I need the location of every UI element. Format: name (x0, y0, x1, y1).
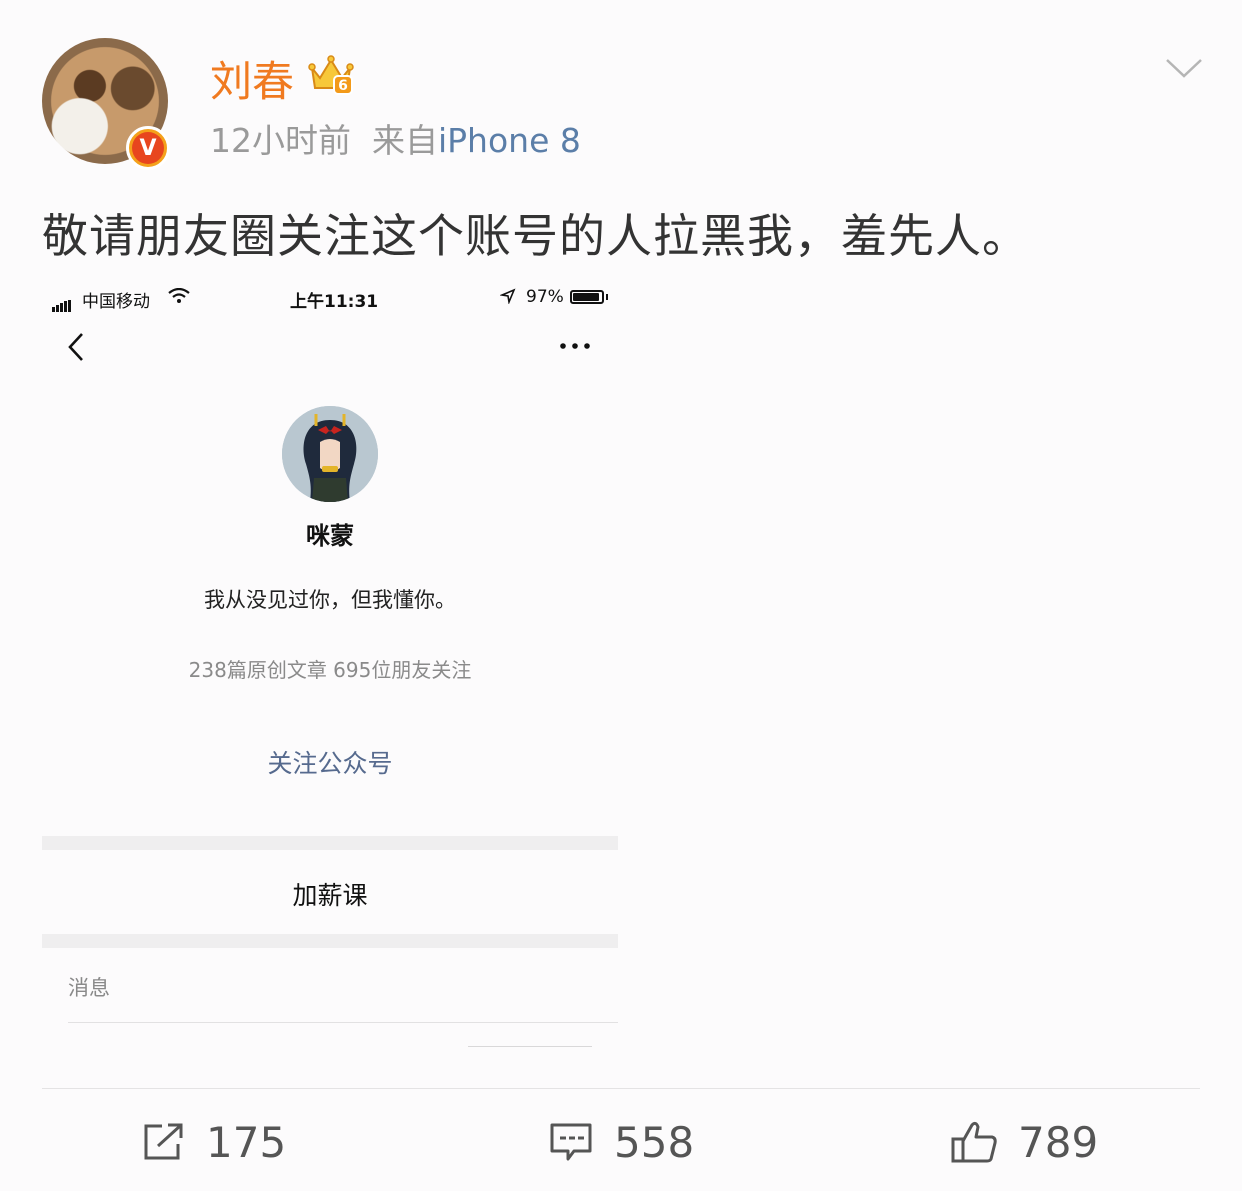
comment-button[interactable]: 558 (548, 1112, 694, 1172)
section-separator (42, 934, 618, 948)
source-device[interactable]: iPhone 8 (438, 121, 581, 160)
account-stats: 238篇原创文章 695位朋友关注 (188, 658, 472, 682)
post-timestamp: 12小时前 (210, 121, 351, 160)
comment-icon (550, 1123, 592, 1161)
wifi-icon (168, 288, 190, 303)
follow-account-button[interactable]: 关注公众号 (42, 744, 618, 780)
status-bar: 中国移动 上午11:31 97% (42, 282, 618, 316)
action-bar-divider (42, 1088, 1200, 1089)
repost-button[interactable]: 175 (142, 1112, 286, 1172)
battery-icon (570, 290, 604, 304)
post-meta: 12小时前 来自iPhone 8 (210, 114, 581, 162)
battery-percent: 97% (526, 287, 564, 307)
account-name: 咪蒙 (306, 522, 354, 550)
verified-badge-label: V (132, 132, 164, 164)
embedded-screenshot[interactable]: 中国移动 上午11:31 97% 咪蒙 我从没见过你，但我懂你。 238篇原创文… (42, 282, 618, 1052)
chevron-down-icon[interactable] (1164, 54, 1204, 82)
messages-label: 消息 (68, 976, 110, 1000)
section-separator (42, 836, 618, 850)
author-name[interactable]: 刘春 (210, 48, 294, 109)
verified-badge: V (126, 126, 170, 170)
comment-count: 558 (614, 1117, 695, 1167)
more-options-icon[interactable] (558, 334, 592, 358)
carrier-label: 中国移动 (82, 292, 150, 312)
crown-level-icon: 6 (308, 55, 354, 95)
account-bio: 我从没见过你，但我懂你。 (204, 588, 456, 612)
post-text: 敬请朋友圈关注这个账号的人拉黑我，羞先人。 (42, 209, 1029, 263)
location-arrow-icon (500, 288, 516, 304)
signal-icon (52, 292, 72, 312)
like-button[interactable]: 789 (950, 1112, 1098, 1172)
source-prefix: 来自 (371, 121, 438, 160)
status-time: 上午11:31 (290, 292, 379, 312)
like-count: 789 (1018, 1117, 1099, 1167)
share-icon (144, 1123, 183, 1160)
back-arrow-icon[interactable] (64, 330, 88, 364)
cartoon-girl-icon (282, 406, 378, 502)
level-number: 6 (338, 78, 348, 94)
thumbs-up-icon (951, 1121, 997, 1163)
divider-line (68, 1022, 618, 1023)
divider-line (468, 1046, 592, 1047)
menu-item-salary-course[interactable]: 加薪课 (42, 876, 618, 912)
repost-count: 175 (206, 1117, 287, 1167)
account-avatar[interactable] (282, 406, 378, 502)
